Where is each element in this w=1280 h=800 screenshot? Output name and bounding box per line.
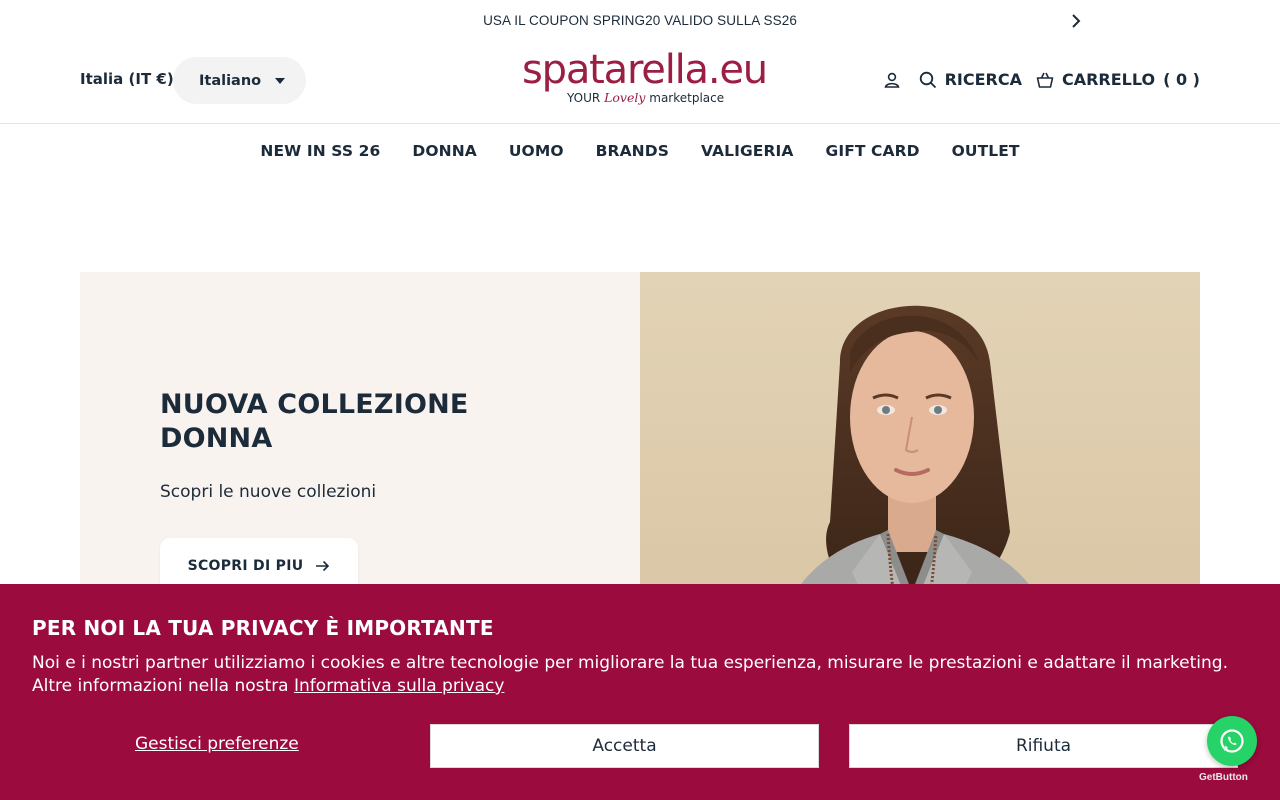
reject-cookies-button[interactable]: Rifiuta: [849, 724, 1238, 768]
search-label: RICERCA: [944, 70, 1022, 89]
cart-label: CARRELLO: [1061, 70, 1156, 89]
manage-preferences-link[interactable]: Gestisci preferenze: [135, 734, 299, 754]
accept-cookies-button[interactable]: Accetta: [430, 724, 819, 768]
whatsapp-icon: [1220, 729, 1244, 753]
cart-button[interactable]: CARRELLO ( 0 ): [1036, 70, 1200, 89]
logo-tagline: YOUR Lovely marketplace: [567, 90, 724, 105]
account-button[interactable]: [883, 71, 901, 89]
logo-tag-script: Lovely: [604, 90, 646, 105]
chevron-right-icon[interactable]: [1066, 11, 1086, 31]
caret-down-icon: [275, 77, 286, 84]
nav-item-donna[interactable]: DONNA: [412, 142, 476, 160]
language-label: Italiano: [199, 72, 262, 89]
cookie-banner: PER NOI LA TUA PRIVACY È IMPORTANTE Noi …: [0, 584, 1280, 800]
search-button[interactable]: RICERCA: [919, 70, 1022, 89]
announcement-text: USA IL COUPON SPRING20 VALIDO SULLA SS26: [483, 12, 797, 28]
hero-subtitle: Scopri le nuove collezioni: [160, 482, 377, 502]
whatsapp-button[interactable]: [1207, 716, 1257, 766]
cart-count: ( 0 ): [1163, 70, 1200, 89]
arrow-right-icon: [316, 560, 330, 572]
announcement-bar: USA IL COUPON SPRING20 VALIDO SULLA SS26: [0, 0, 1280, 40]
hero-title: NUOVA COLLEZIONE DONNA: [160, 389, 469, 454]
privacy-policy-link[interactable]: Informativa sulla privacy: [294, 676, 504, 696]
cookie-title: PER NOI LA TUA PRIVACY È IMPORTANTE: [32, 616, 494, 640]
nav-item-outlet[interactable]: OUTLET: [952, 142, 1020, 160]
discover-more-label: SCOPRI DI PIU: [187, 558, 304, 574]
search-icon: [919, 71, 936, 88]
language-selector[interactable]: Italiano: [173, 57, 306, 104]
main-nav: NEW IN SS 26 DONNA UOMO BRANDS VALIGERIA…: [0, 124, 1280, 178]
logo-tag-prefix: YOUR: [567, 91, 601, 105]
logo-wordmark: spatarella.eu: [522, 47, 768, 93]
user-icon: [884, 72, 900, 88]
nav-item-uomo[interactable]: UOMO: [509, 142, 564, 160]
getbutton-label: GetButton: [1199, 772, 1248, 783]
nav-item-brands[interactable]: BRANDS: [596, 142, 669, 160]
cookie-body: Noi e i nostri partner utilizziamo i coo…: [32, 653, 1229, 696]
site-logo[interactable]: spatarella.eu YOUR Lovely marketplace: [522, 47, 768, 112]
country-selector[interactable]: Italia (IT €): [80, 70, 174, 88]
site-header: Italia (IT €) Italiano spatarella.eu YOU…: [0, 40, 1280, 124]
nav-item-valigeria[interactable]: VALIGERIA: [701, 142, 794, 160]
nav-item-gift-card[interactable]: GIFT CARD: [826, 142, 920, 160]
nav-item-new-in[interactable]: NEW IN SS 26: [260, 142, 380, 160]
logo-tag-suffix: marketplace: [649, 91, 725, 105]
cart-icon: [1036, 72, 1054, 88]
cookie-text: Noi e i nostri partner utilizziamo i coo…: [32, 652, 1242, 698]
header-actions: RICERCA CARRELLO ( 0 ): [883, 70, 1200, 89]
